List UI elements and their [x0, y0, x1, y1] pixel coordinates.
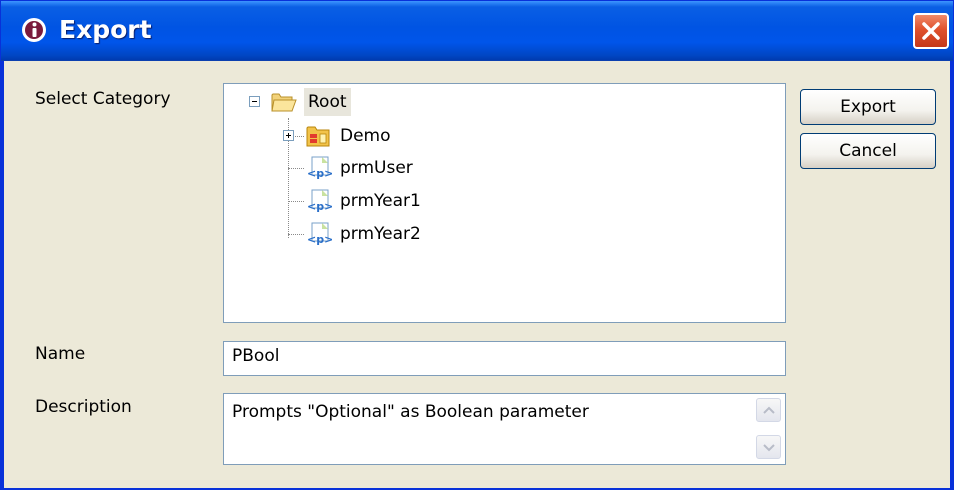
parameter-icon: <p> [307, 222, 332, 246]
title-bar[interactable]: Export [1, 1, 953, 61]
tree-item-prmyear1[interactable]: prmYear1 [336, 187, 425, 215]
chevron-up-icon [763, 406, 775, 414]
scroll-down-button[interactable] [756, 435, 781, 459]
tree-connector [288, 168, 304, 169]
expand-toggle[interactable] [283, 130, 294, 141]
dialog-body: Select Category Root Demo <p> prmUser <p… [4, 61, 950, 488]
tree-item-prmyear2[interactable]: prmYear2 [336, 220, 425, 248]
folder-open-icon [271, 93, 297, 112]
cancel-button[interactable]: Cancel [800, 133, 936, 169]
tree-item-label: prmUser [340, 158, 413, 178]
select-category-label: Select Category [35, 89, 171, 109]
svg-text:<p>: <p> [307, 200, 332, 213]
description-label: Description [35, 397, 132, 417]
description-field[interactable]: Prompts "Optional" as Boolean parameter [223, 393, 786, 465]
name-field[interactable]: PBool [223, 341, 786, 376]
tree-item-root[interactable]: Root [304, 88, 351, 116]
report-folder-icon [306, 126, 330, 147]
parameter-icon: <p> [307, 156, 332, 180]
chevron-down-icon [763, 444, 775, 452]
description-scrollbar[interactable] [756, 398, 781, 460]
tree-connector [288, 234, 304, 235]
close-button[interactable] [913, 13, 949, 49]
window-title: Export [59, 15, 152, 44]
tree-item-label: prmYear1 [340, 191, 421, 211]
info-icon [22, 18, 46, 42]
close-icon [922, 22, 940, 40]
parameter-icon: <p> [307, 189, 332, 213]
description-text: Prompts "Optional" as Boolean parameter [232, 402, 589, 422]
svg-text:<p>: <p> [307, 167, 332, 180]
tree-item-label: prmYear2 [340, 224, 421, 244]
export-dialog: Export Select Category Root Demo <p> prm… [0, 0, 954, 490]
tree-item-demo[interactable]: Demo [336, 122, 395, 150]
tree-item-label: Demo [340, 126, 391, 146]
name-label: Name [35, 344, 86, 364]
export-button[interactable]: Export [800, 89, 936, 125]
scroll-up-button[interactable] [756, 398, 781, 422]
svg-text:<p>: <p> [307, 233, 332, 246]
tree-item-prmuser[interactable]: prmUser [336, 154, 417, 182]
category-tree[interactable]: Root Demo <p> prmUser <p> prmYear1 <p> p… [223, 83, 786, 323]
collapse-toggle[interactable] [249, 96, 260, 107]
tree-item-label: Root [308, 92, 347, 112]
tree-connector [288, 201, 304, 202]
